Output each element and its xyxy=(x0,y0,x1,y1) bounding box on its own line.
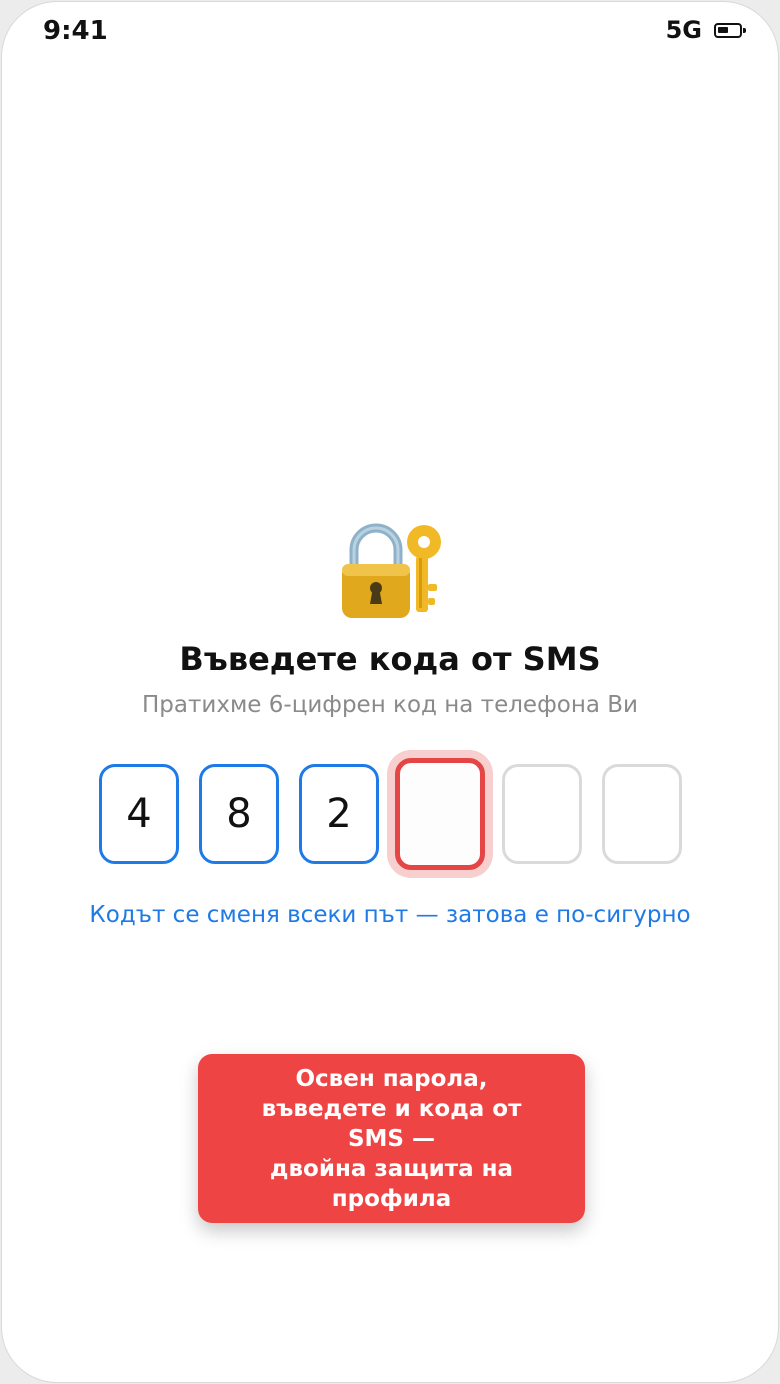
battery-icon xyxy=(714,22,746,38)
lock-with-key-icon xyxy=(342,523,441,618)
status-indicators: 5G xyxy=(665,16,746,44)
otp-digit-4[interactable] xyxy=(395,758,485,870)
page-subtitle: Пратихме 6-цифрен код на телефона Ви xyxy=(142,692,638,718)
otp-digit-5[interactable] xyxy=(502,764,582,864)
otp-digit-2[interactable]: 8 xyxy=(199,764,279,864)
tooltip: Освен парола, въведете и кода от SMS — д… xyxy=(198,1054,585,1223)
otp-digit-6[interactable] xyxy=(602,764,682,864)
otp-digit-3[interactable]: 2 xyxy=(299,764,379,864)
phone-screen: 9:41 5G Въведете кода от SMS Пратихме 6-… xyxy=(1,1,779,1383)
otp-input-group: 4 8 2 xyxy=(99,758,685,870)
network-indicator: 5G xyxy=(665,16,702,44)
status-bar: 9:41 5G xyxy=(2,2,778,66)
tooltip-text: Освен парола, въведете и кода от SMS — д… xyxy=(261,1065,522,1212)
hint-link[interactable]: Кодът се сменя всеки път — затова е по-с… xyxy=(2,902,778,928)
otp-digit-1[interactable]: 4 xyxy=(99,764,179,864)
battery-level xyxy=(718,26,728,33)
status-time: 9:41 xyxy=(43,16,108,46)
page-title: Въведете кода от SMS xyxy=(179,640,601,678)
